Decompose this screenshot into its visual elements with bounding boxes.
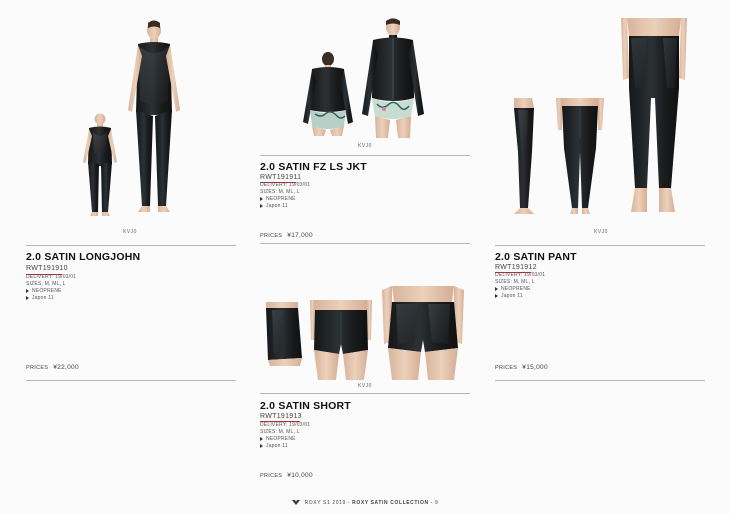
short-title: 2.0 SATIN SHORT	[260, 400, 351, 412]
bullet-icon	[260, 443, 263, 448]
pant-price-value: ¥15,000	[522, 364, 548, 371]
short-swatch-label: KVJ0	[358, 383, 372, 389]
pant-title: 2.0 SATIN PANT	[495, 251, 577, 263]
short-feature-1: NEOPRENE	[260, 436, 310, 443]
bullet-icon	[260, 203, 263, 208]
longjohn-feature-2: Japon 11	[26, 295, 76, 302]
short-back-photo	[310, 300, 372, 380]
longjohn-price-value: ¥22,000	[53, 364, 79, 371]
short-delivery: DELIVERY: 19/03/01	[260, 422, 311, 428]
pant-swatch-label: KVJ0	[594, 229, 608, 235]
jacket-delivery: DELIVERY: 19/03/01	[260, 182, 311, 188]
jacket-front-photo	[362, 18, 424, 138]
short-price: PRICES ¥10,000	[260, 472, 313, 479]
jacket-top-rule	[260, 155, 470, 156]
pant-top-rule	[495, 245, 705, 246]
longjohn-code: RWT191910	[26, 265, 68, 272]
bullet-icon	[260, 196, 263, 201]
footer-collection: ROXY SATIN COLLECTION	[352, 500, 429, 506]
jacket-title: 2.0 SATIN FZ LS JKT	[260, 161, 367, 173]
jacket-meta: DELIVERY: 19/03/01 SIZES: M, ML, L NEOPR…	[260, 182, 310, 210]
longjohn-front-photo	[128, 20, 180, 212]
short-meta: DELIVERY: 19/03/01 SIZES: M, ML, L NEOPR…	[260, 422, 310, 450]
pant-code: RWT191912	[495, 264, 537, 271]
short-price-value: ¥10,000	[287, 472, 313, 479]
jacket-sizes: SIZES: M, ML, L	[260, 189, 300, 195]
roxy-heart-logo-icon	[291, 500, 300, 506]
pant-sizes: SIZES: M, ML, L	[495, 279, 535, 285]
longjohn-back-photo	[83, 113, 117, 216]
footer-season: ROXY S1 2019	[304, 500, 346, 506]
pant-price: PRICES ¥15,000	[495, 364, 548, 371]
bullet-icon	[495, 286, 498, 291]
pant-feature-2: Japon 11	[495, 293, 545, 300]
jacket-feature-2: Japon 11	[260, 203, 310, 210]
jacket-price: PRICES ¥17,000	[260, 232, 313, 239]
short-front-photo	[382, 286, 464, 380]
pant-delivery: DELIVERY: 19/03/01	[495, 272, 546, 278]
pant-price-label: PRICES	[495, 365, 518, 371]
jacket-price-label: PRICES	[260, 233, 283, 239]
longjohn-bottom-rule	[26, 380, 236, 381]
longjohn-title: 2.0 SATIN LONGJOHN	[26, 251, 141, 263]
jacket-bottom-rule	[260, 243, 470, 244]
pant-side-photo	[514, 98, 534, 214]
longjohn-price: PRICES ¥22,000	[26, 364, 79, 371]
longjohn-feature-1: NEOPRENE	[26, 288, 76, 295]
short-code: RWT191913	[260, 413, 302, 420]
bullet-icon	[260, 436, 263, 441]
footer-separator: -	[347, 500, 351, 506]
short-top-rule	[260, 393, 470, 394]
bullet-icon	[26, 288, 29, 293]
longjohn-delivery: DELIVERY: 19/03/01	[26, 274, 77, 280]
page-footer: ROXY S1 2019 - ROXY SATIN COLLECTION - 9	[0, 500, 730, 506]
bullet-icon	[26, 295, 29, 300]
longjohn-sizes: SIZES: M, ML, L	[26, 281, 66, 287]
short-side-photo	[266, 302, 302, 366]
footer-page-number: 9	[435, 500, 439, 506]
short-price-label: PRICES	[260, 473, 283, 479]
short-feature-2: Japon 11	[260, 443, 310, 450]
longjohn-swatch-label: KVJ0	[123, 229, 137, 235]
bullet-icon	[495, 293, 498, 298]
pant-bottom-rule	[495, 380, 705, 381]
jacket-feature-1: NEOPRENE	[260, 196, 310, 203]
pant-feature-1: NEOPRENE	[495, 286, 545, 293]
pant-back-photo	[556, 98, 604, 214]
footer-separator-2: -	[430, 500, 434, 506]
longjohn-top-rule	[26, 245, 236, 246]
jacket-back-photo	[303, 52, 353, 136]
pant-front-photo	[621, 18, 687, 212]
short-sizes: SIZES: M, ML, L	[260, 429, 300, 435]
jacket-code: RWT191911	[260, 174, 302, 181]
jacket-swatch-label: KVJ0	[358, 143, 372, 149]
longjohn-price-label: PRICES	[26, 365, 49, 371]
pant-meta: DELIVERY: 19/03/01 SIZES: M, ML, L NEOPR…	[495, 272, 545, 300]
longjohn-meta: DELIVERY: 19/03/01 SIZES: M, ML, L NEOPR…	[26, 274, 76, 302]
jacket-price-value: ¥17,000	[287, 232, 313, 239]
